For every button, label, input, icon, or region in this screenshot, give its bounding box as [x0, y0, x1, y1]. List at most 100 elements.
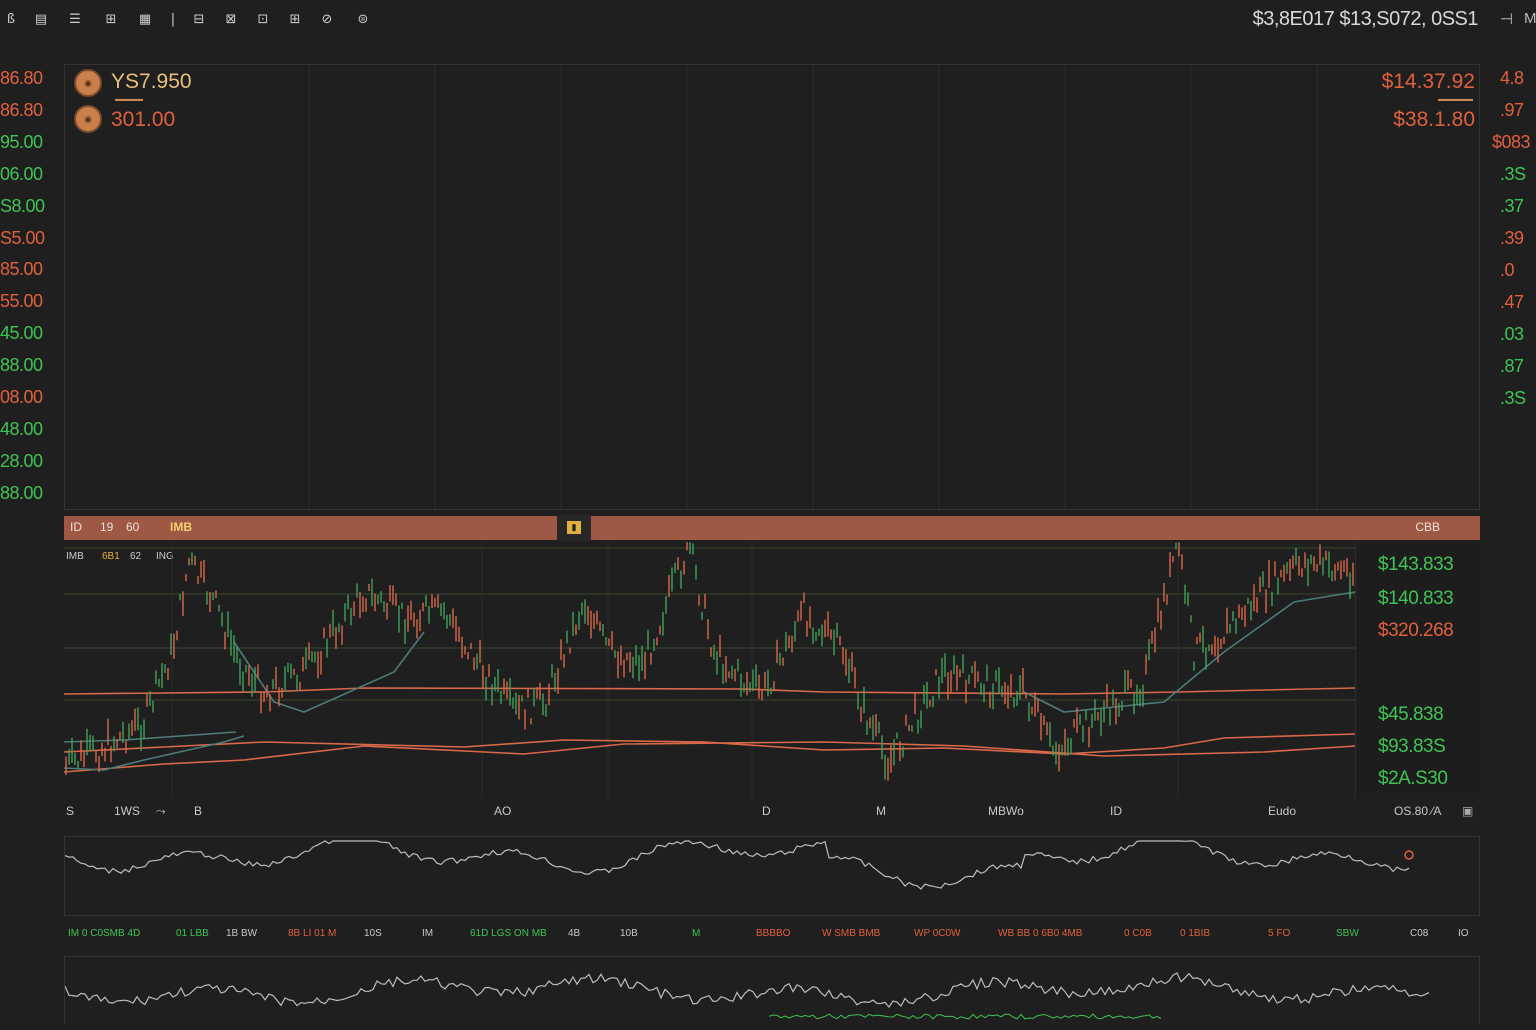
left-axis-label: 48.00: [0, 418, 43, 439]
drawing-tool-icon[interactable]: ß: [4, 10, 18, 30]
separator-icon: |: [170, 12, 176, 27]
list-icon[interactable]: ☰: [68, 10, 82, 30]
layout-icon[interactable]: ▦: [138, 10, 152, 30]
coin-icon: ◉: [74, 69, 102, 97]
moving-average-line: [64, 733, 1355, 755]
time-label: S: [66, 804, 75, 818]
legend-item: 4B: [568, 928, 581, 939]
time-label: OS.80 ⁄A: [1394, 804, 1442, 818]
volume-panel[interactable]: [64, 956, 1480, 1024]
marker-icon: ▮: [567, 521, 581, 534]
left-axis-label: 86.80: [0, 68, 43, 88]
left-axis-label: 45.00: [0, 323, 43, 344]
legend-item: BBBBO: [756, 928, 791, 939]
legend-item: M: [692, 928, 701, 939]
band-tab[interactable]: 19: [100, 520, 113, 534]
right-axis-label: .0: [1500, 260, 1515, 280]
price-axis-label: $2A.S30: [1378, 768, 1448, 789]
legend-item: WP 0C0W: [914, 928, 961, 939]
right-axis-label: .3S: [1500, 164, 1526, 184]
time-label: M: [876, 804, 886, 818]
left-axis-label: 55.00: [0, 291, 43, 312]
oscillator-svg: [64, 840, 1414, 890]
left-axis-label: 95.00: [0, 131, 43, 152]
main-chart-grid: [308, 65, 1318, 509]
moving-average-line: [64, 687, 1355, 695]
legend-item: IO: [1458, 928, 1469, 939]
left-axis-label: 85.00: [0, 259, 43, 280]
right-axis-label: .39: [1500, 228, 1524, 248]
legend-item: 0 1BIB: [1180, 928, 1211, 939]
legend-item: 8B LI 01 M: [288, 928, 337, 939]
time-label: MBWo: [988, 804, 1024, 818]
left-axis-label: 88.00: [0, 355, 43, 376]
legend-item: C08: [1410, 928, 1429, 939]
left-axis-label: 86.80: [0, 99, 43, 120]
alert-icon[interactable]: ⊡: [256, 10, 270, 30]
band-tab-active[interactable]: IMB: [170, 520, 192, 534]
center-marker[interactable]: ▮: [557, 515, 591, 541]
ticker-primary: YS7.950: [111, 70, 192, 93]
right-axis-label: .37: [1500, 196, 1524, 216]
ticker-primary-caption: ▬▬▬▬: [115, 96, 143, 103]
indicator-icon[interactable]: ⊟: [192, 10, 206, 30]
legend-item: IM: [422, 928, 434, 939]
menu-icon[interactable]: M: [1524, 10, 1536, 27]
left-axis-label: 08.00: [0, 387, 43, 407]
snapshot-icon[interactable]: ⊘: [320, 10, 334, 30]
band-tab[interactable]: 60: [126, 520, 139, 534]
legend-item: IM 0 C0SMB 4D: [68, 928, 141, 939]
time-label: Eudo: [1268, 804, 1297, 818]
price-primary: $14.37.92: [1381, 70, 1475, 93]
time-axis: S 1WS ⤳ B AO D M MBWo ID Eudo OS.80 ⁄A ▣: [64, 802, 1480, 822]
right-axis-label: .3S: [1500, 388, 1526, 408]
price-axis-label: $93.83S: [1378, 736, 1446, 757]
band-right-label: CBB: [1415, 520, 1440, 534]
left-axis-label: S5.00: [0, 227, 45, 248]
grid-icon[interactable]: ⊞: [104, 10, 118, 30]
coin-icon: ◉: [74, 105, 102, 133]
band-tab[interactable]: ID: [70, 520, 82, 534]
main-chart-panel[interactable]: ◉ YS7.950 ▬▬▬▬ ◉ 301.00 $14.37.92 ▬▬▬▬▬ …: [64, 64, 1480, 510]
price-axis-label: $140.833: [1378, 588, 1454, 609]
legend-item: 10B: [620, 928, 638, 939]
oscillator-panel[interactable]: [64, 836, 1480, 916]
price-axis-label: $320.268: [1378, 620, 1454, 641]
top-quote: $3,8E017 $13,S072, 0SS1: [1252, 8, 1479, 30]
oscillator-marker: [1404, 850, 1414, 860]
left-axis-label: 06.00: [0, 163, 43, 184]
right-axis-label: .47: [1500, 292, 1524, 312]
chart-tab-band: ID 19 60 IMB ▮ CBB: [64, 515, 1480, 541]
time-label: ID: [1110, 804, 1122, 818]
price-axis-label: $45.838: [1378, 704, 1444, 725]
price-axis-label: $143.833: [1378, 554, 1454, 575]
time-label: 1WS: [114, 804, 141, 818]
right-axis-label: .03: [1500, 324, 1524, 344]
compare-icon[interactable]: ⊠: [224, 10, 238, 30]
price-chart-panel[interactable]: IMB 6B1 62 ING: [64, 542, 1480, 798]
legend-item: WB BB 0 6B0 4MB: [998, 928, 1083, 939]
left-axis-label: S8.00: [0, 195, 45, 216]
right-axis-label: 4.8: [1500, 68, 1524, 88]
right-axis-label: $083: [1492, 132, 1531, 152]
time-label: B: [194, 804, 203, 818]
template-icon[interactable]: ⊞: [288, 10, 302, 30]
axis-settings-icon[interactable]: ▣: [1462, 804, 1473, 818]
moving-average-line: [64, 741, 1355, 773]
left-axis-label: 28.00: [0, 450, 43, 471]
ticker-secondary: 301.00: [111, 108, 176, 131]
legend-item: 61D LGS ON MB: [470, 928, 547, 939]
price-chart-svg: [64, 542, 1355, 798]
top-toolbar: ß ▤ ☰ ⊞ ▦ | ⊟ ⊠ ⊡ ⊞ ⊘ ⊜ $3,8E017 $13,S07…: [0, 0, 1536, 40]
legend-item: 0 C0B: [1124, 928, 1152, 939]
price-secondary: $38.1.80: [1393, 108, 1475, 131]
legend-item: 10S: [364, 928, 382, 939]
indicator-legend: IM 0 C0SMB 4D 01 LBB 1B BW 8B LI 01 M 10S IM 6…: [64, 928, 1480, 942]
settings-icon[interactable]: ⊜: [356, 10, 370, 30]
table-icon[interactable]: ▤: [34, 10, 48, 30]
right-axis-label: .97: [1500, 100, 1524, 120]
legend-item: 01 LBB: [176, 928, 209, 939]
collapse-icon[interactable]: ⊣: [1500, 10, 1513, 28]
volume-svg: [64, 972, 1430, 1020]
time-label: AO: [494, 804, 512, 818]
